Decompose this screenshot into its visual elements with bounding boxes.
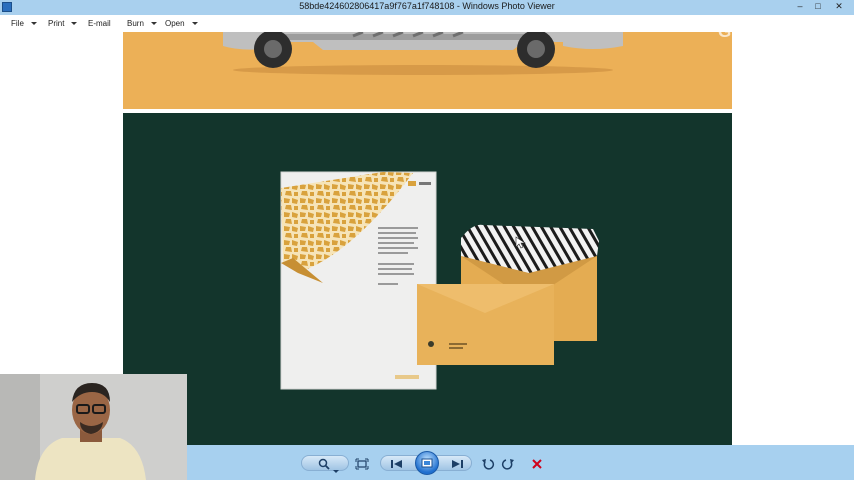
truck-mockup-panel [123, 32, 732, 109]
delete-icon[interactable] [530, 457, 544, 469]
chevron-down-icon [150, 22, 157, 26]
truck-illustration [223, 32, 623, 75]
menu-burn-label: Burn [127, 19, 144, 28]
chevron-down-icon [71, 22, 78, 26]
minimize-button[interactable]: – [790, 0, 810, 14]
actual-size-icon[interactable] [355, 457, 369, 470]
menu-file-label: File [11, 19, 24, 28]
previous-icon[interactable] [390, 457, 404, 469]
zoom-dropdown-icon[interactable] [333, 461, 339, 473]
slideshow-icon[interactable] [415, 451, 439, 475]
menu-open[interactable]: Open [165, 19, 198, 28]
stationery-illustration [280, 171, 599, 390]
menu-print[interactable]: Print [48, 19, 78, 28]
viewer-toolbar [187, 445, 854, 480]
maximize-button[interactable]: □ [808, 0, 828, 14]
window-title: 58bde424602806417a9f767a1f748108 - Windo… [299, 1, 555, 11]
menu-email[interactable]: E-mail [88, 19, 111, 28]
webcam-overlay [0, 374, 187, 480]
menu-file[interactable]: File [11, 19, 37, 28]
stationery-mockup-panel [123, 113, 732, 445]
title-bar: 58bde424602806417a9f767a1f748108 - Windo… [0, 0, 854, 15]
presenter-video [0, 374, 187, 480]
menu-email-label: E-mail [88, 19, 111, 28]
rotate-ccw-icon[interactable] [481, 457, 495, 470]
zoom-icon[interactable] [318, 457, 332, 470]
close-button[interactable]: ✕ [826, 0, 852, 14]
displayed-photo [123, 32, 732, 445]
logo-part-gfx: GFX [718, 22, 753, 41]
menu-print-label: Print [48, 19, 65, 28]
chevron-down-icon [191, 22, 198, 26]
menu-burn[interactable]: Burn [127, 19, 157, 28]
rotate-cw-icon[interactable] [501, 457, 515, 470]
menu-open-label: Open [165, 19, 185, 28]
logo-part-mentor: MENTOR [752, 22, 827, 41]
chevron-down-icon [30, 22, 37, 26]
next-icon[interactable] [450, 457, 464, 469]
gfxmentor-logo: GFXMENTOR [718, 22, 826, 42]
